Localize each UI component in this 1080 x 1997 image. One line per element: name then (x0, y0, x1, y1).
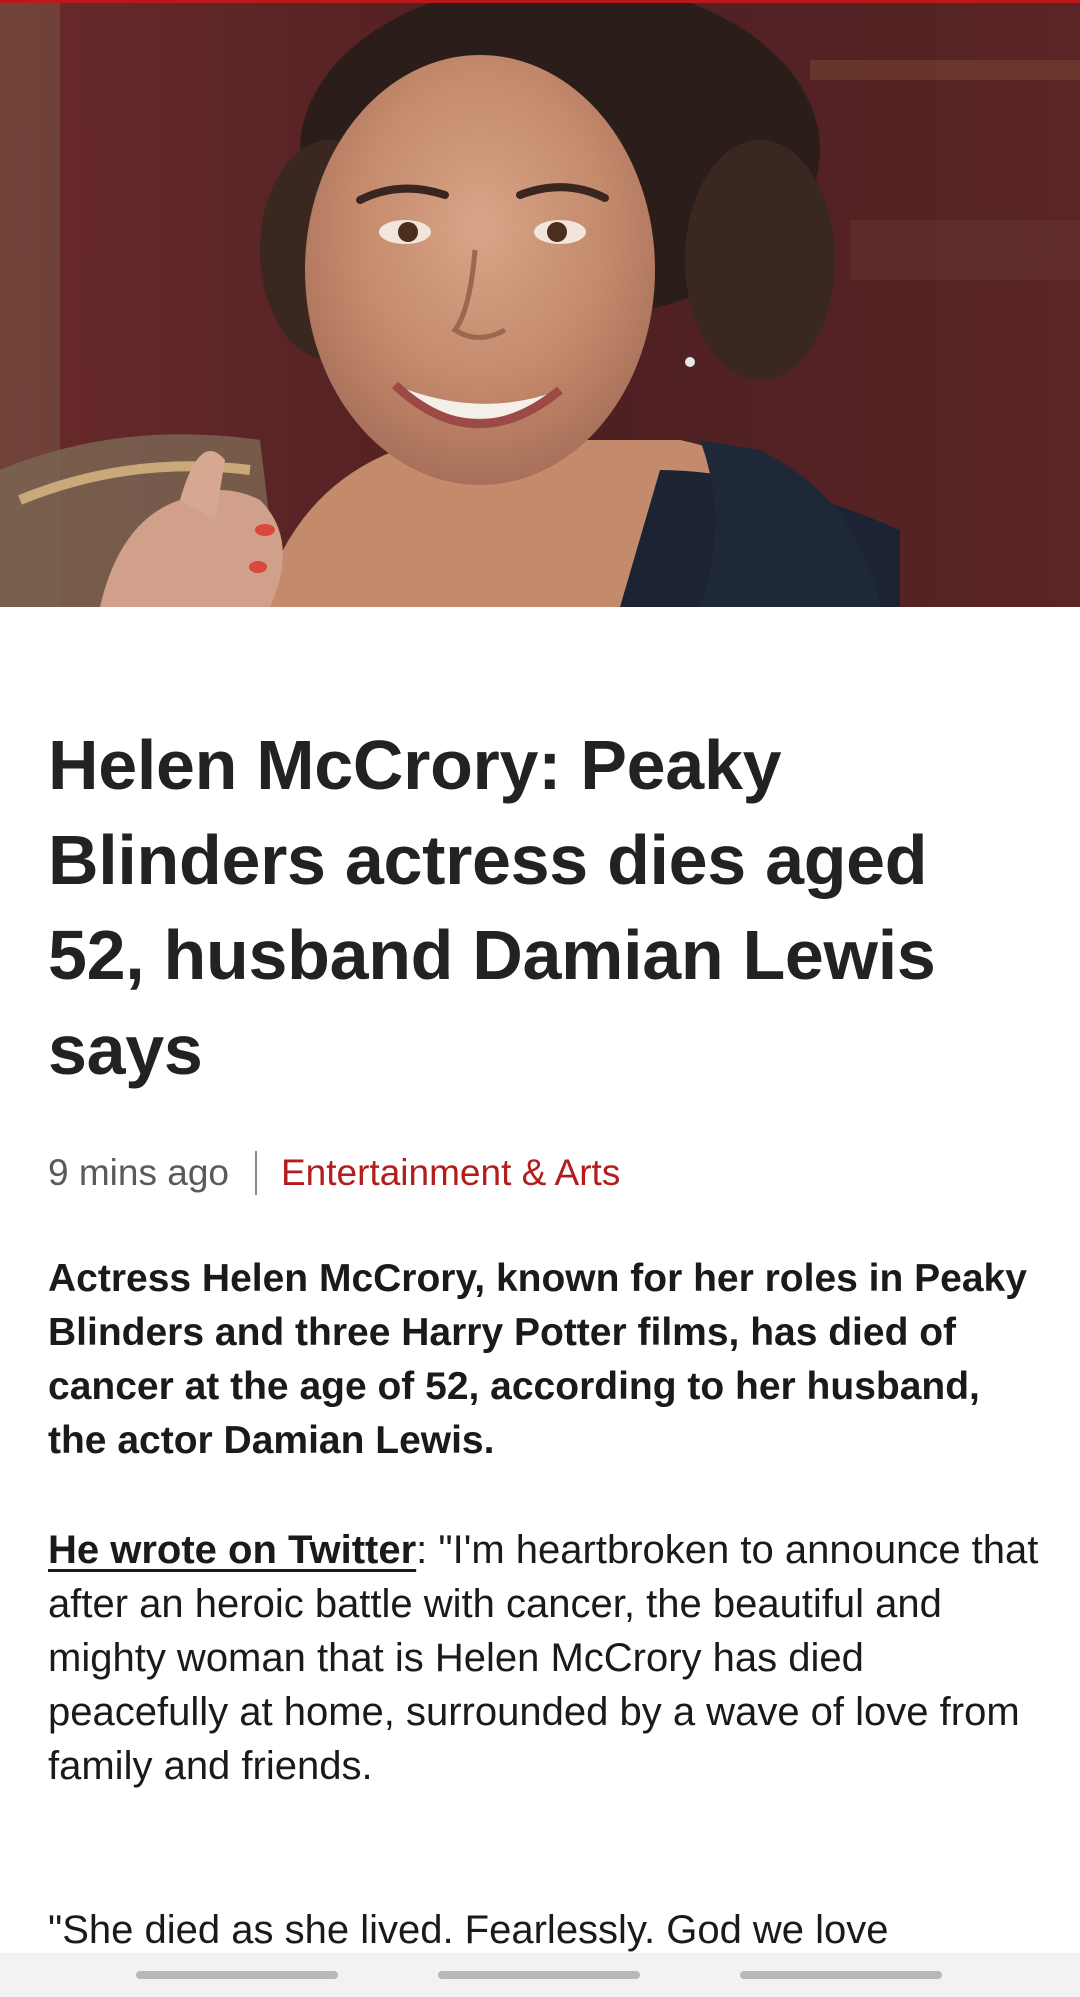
twitter-link[interactable]: He wrote on Twitter (48, 1528, 416, 1572)
article-page: Helen McCrory: Peaky Blinders actress di… (0, 0, 1080, 1997)
article-paragraph: He wrote on Twitter: "I'm heartbroken to… (48, 1523, 1048, 1793)
article-headline: Helen McCrory: Peaky Blinders actress di… (48, 726, 936, 1089)
timestamp: 9 mins ago (48, 1152, 229, 1193)
gesture-nav-bar (0, 1953, 1080, 1997)
nav-handle-icon[interactable] (136, 1971, 338, 1979)
accent-bar (0, 0, 1080, 3)
article-intro: Actress Helen McCrory, known for her rol… (48, 1257, 1027, 1462)
nav-handle-icon[interactable] (438, 1971, 640, 1979)
article-paragraph: "She died as she lived. Fearlessly. God … (48, 1908, 889, 1952)
hero-image[interactable] (0, 0, 1080, 607)
nav-handle-icon[interactable] (740, 1971, 942, 1979)
article-meta: 9 mins ago Entertainment & Arts (48, 1148, 620, 1198)
topic-link[interactable]: Entertainment & Arts (281, 1152, 620, 1194)
hero-photo-illustration (0, 0, 1080, 607)
meta-divider (255, 1151, 257, 1195)
